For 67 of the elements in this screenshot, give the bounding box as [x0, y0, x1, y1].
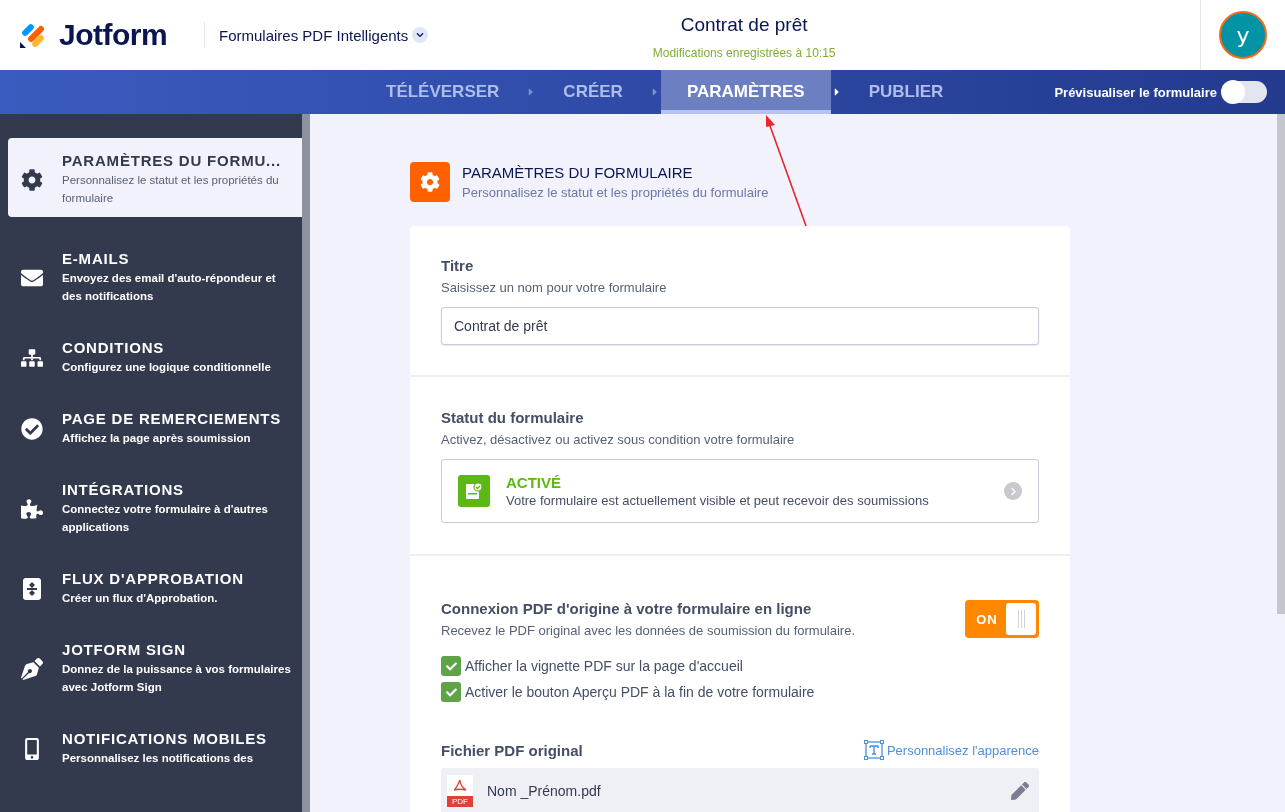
sidebar-item-title: NOTIFICATIONS MOBILES	[62, 730, 267, 747]
field-hint: Saisissez un nom pour votre formulaire	[441, 280, 668, 295]
sidebar-item[interactable]: PAGE DE REMERCIEMENTS Affichez la page après soumission	[8, 393, 302, 464]
hierarchy-icon	[20, 346, 44, 369]
form-type-label: Formulaires PDF Intelligents	[219, 26, 409, 44]
field-label: Statut du formulaire	[441, 409, 585, 426]
logo-text[interactable]: Jotform	[59, 18, 168, 52]
sidebar-item[interactable]: NOTIFICATIONS MOBILES Personnalisez les notifications des	[8, 713, 302, 784]
nav-tab[interactable]: TÉLÉVERSER	[360, 70, 526, 114]
sidebar-item-description: Créer un flux d'Approbation.	[62, 591, 219, 606]
sidebar-item-title: INTÉGRATIONS	[62, 481, 185, 498]
checkmark-icon	[445, 686, 457, 698]
nav-tab[interactable]: PUBLIER	[842, 70, 970, 114]
field-label: Connexion PDF d'origine à votre formulaire en ligne	[441, 600, 813, 617]
status-value: ACTIVÉ	[506, 474, 562, 491]
status-description: Votre formulaire est actuellement visible et peut recevoir des soumissions	[506, 493, 930, 508]
checkbox[interactable]	[441, 656, 461, 676]
preview-label: Prévisualiser le formulaire	[1054, 84, 1217, 100]
sidebar-item[interactable]: FLUX D'APPROBATION Créer un flux d'Approbation.	[8, 553, 302, 624]
sidebar-item-description: Configurez une logique conditionnelle	[62, 360, 271, 375]
checkbox-label: Activer le bouton Aperçu PDF à la fin de votre formulaire	[465, 684, 815, 700]
sidebar-item-description: Affichez la page après soumission	[62, 431, 252, 446]
text-frame-icon	[863, 740, 884, 760]
sidebar-item-title: FLUX D'APPROBATION	[62, 570, 244, 587]
gear-icon	[20, 168, 44, 191]
section-subtitle: Personnalisez le statut et les propriétés du formulaire	[462, 185, 769, 200]
checkbox-label: Afficher la vignette PDF sur la page d'accueil	[465, 658, 743, 674]
pdf-file-icon: PDF	[447, 775, 473, 807]
title-input[interactable]: Contrat de prêt	[441, 307, 1039, 345]
sidebar-item-title: CONDITIONS	[62, 339, 166, 356]
chevron-right-icon	[1004, 482, 1022, 500]
nav-tab[interactable]: CRÉER	[537, 70, 649, 114]
section-title: PARAMÈTRES DU FORMULAIRE	[462, 164, 694, 181]
sidebar-item[interactable]: PARAMÈTRES DU FORMU... Personnalisez le statut et les propriétés du formulaire	[8, 138, 302, 217]
sidebar-item-description: Personnalisez les notifications des	[62, 751, 255, 766]
field-hint: Recevez le PDF original avec les données de soumission du formulaire.	[441, 623, 856, 638]
checkmark-icon	[445, 660, 457, 672]
gear-icon	[410, 162, 450, 202]
pen-nib-icon	[20, 657, 44, 680]
user-avatar[interactable]: y	[1219, 11, 1267, 59]
preview-toggle[interactable]	[1223, 81, 1267, 103]
dropdown-chevron-icon[interactable]	[412, 27, 429, 43]
save-status: Modifications enregistrées à 10:15	[652, 46, 836, 60]
field-label: Titre	[441, 257, 475, 274]
puzzle-icon	[20, 497, 44, 520]
sidebar-item[interactable]: CONDITIONS Configurez une logique conditionnelle	[8, 322, 302, 393]
nav-tab[interactable]: PARAMÈTRES	[660, 70, 831, 114]
form-title: Contrat de prêt	[680, 14, 808, 36]
sidebar-item-title: PARAMÈTRES DU FORMU...	[62, 152, 282, 169]
pencil-icon[interactable]	[1011, 782, 1029, 800]
status-selector[interactable]: ACTIVÉ Votre formulaire est actuellement visible et peut recevoir des soumissions	[441, 459, 1039, 523]
sidebar-item-title: E-MAILS	[62, 250, 131, 267]
flowchart-icon	[20, 577, 44, 600]
field-hint: Activez, désactivez ou activez sous condition votre formulaire	[441, 432, 796, 447]
form-check-icon	[458, 475, 490, 507]
sidebar-item-description: Envoyez des email d'auto-répondeur et des notifications	[62, 271, 277, 304]
sidebar-item[interactable]: E-MAILS Envoyez des email d'auto-répondeur et des notifications	[8, 233, 302, 322]
sidebar-item[interactable]: INTÉGRATIONS Connectez votre formulaire à d'autres applications	[8, 464, 302, 553]
sidebar-item-description: Donnez de la puissance à vos formulaires avec Jotform Sign	[62, 662, 292, 695]
checkbox[interactable]	[441, 682, 461, 702]
file-name: Nom _Prénom.pdf	[487, 783, 602, 799]
sidebar-item-title: JOTFORM SIGN	[62, 641, 187, 658]
sidebar-item-description: Connectez votre formulaire à d'autres applications	[62, 502, 269, 535]
sidebar-item[interactable]: JOTFORM SIGN Donnez de la puissance à vos formulaires avec Jotform Sign	[8, 624, 302, 713]
sidebar-item-title: PAGE DE REMERCIEMENTS	[62, 410, 282, 427]
sidebar-item-description: Personnalisez le statut et les propriétés du formulaire	[62, 173, 280, 206]
field-label: Fichier PDF original	[441, 741, 583, 759]
